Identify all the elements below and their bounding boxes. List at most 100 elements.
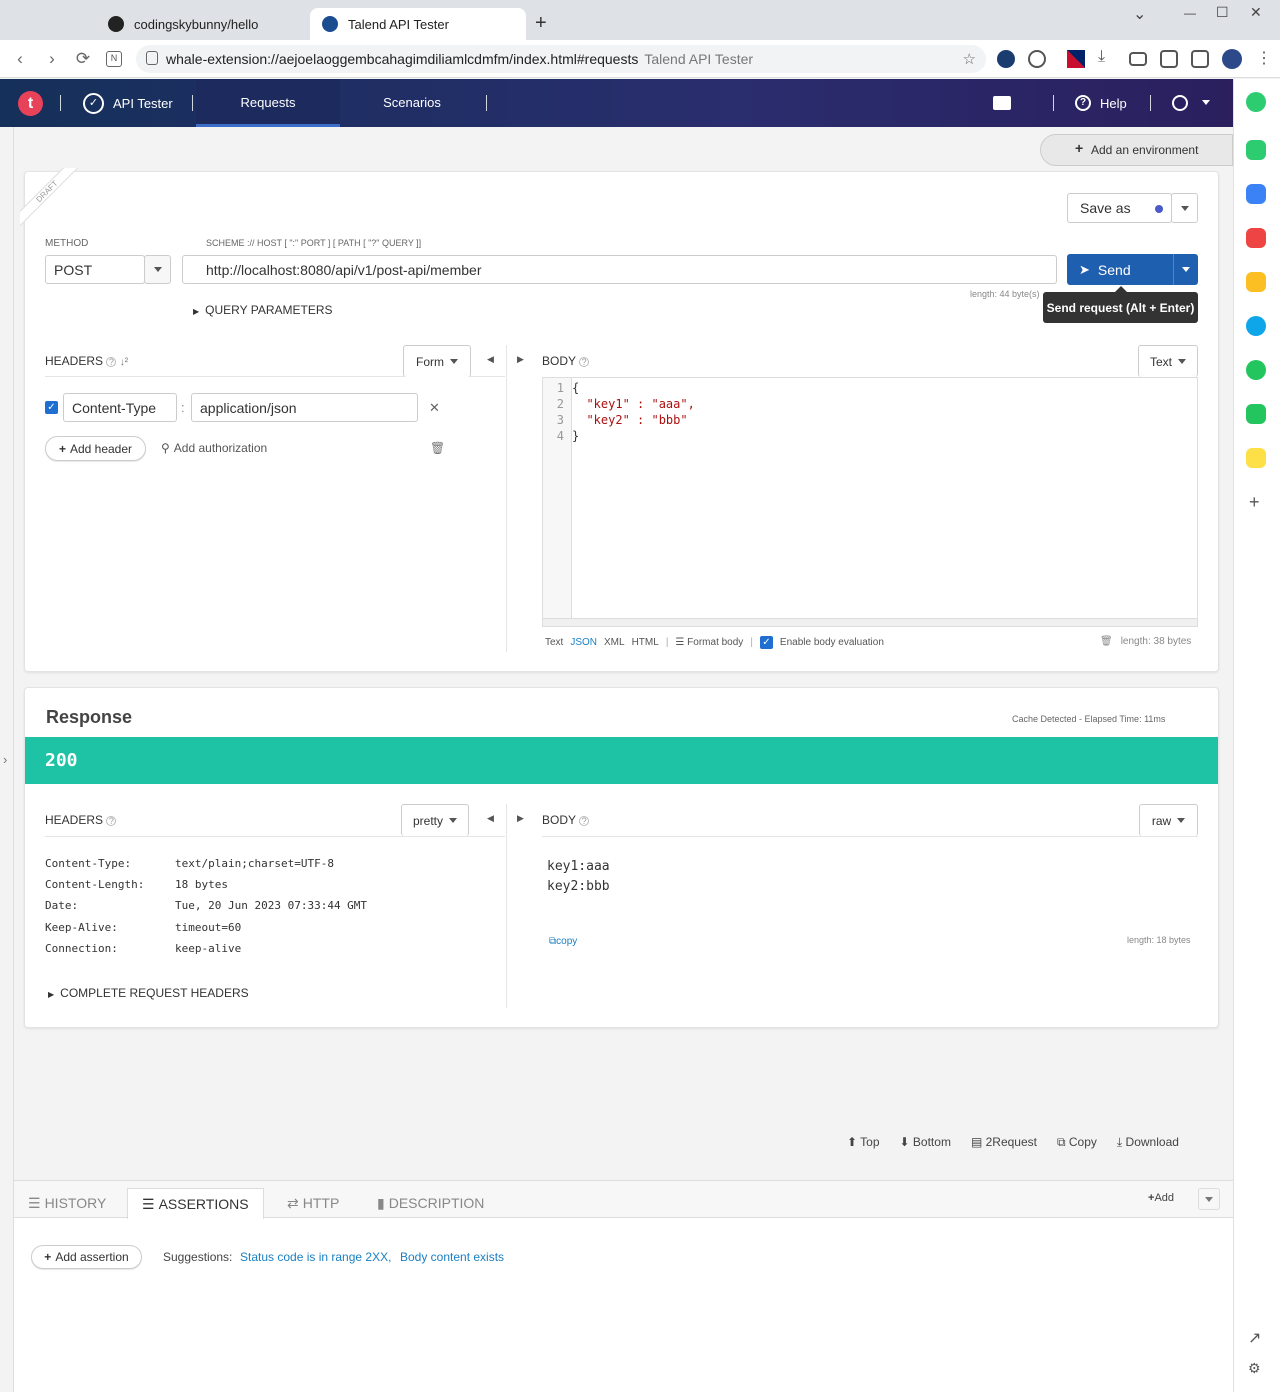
user-icon[interactable] xyxy=(1172,95,1188,111)
editor-resize-handle[interactable] xyxy=(543,618,1197,626)
suggestion-status-code[interactable]: Status code is in range 2XX, xyxy=(240,1250,391,1264)
tab-history[interactable]: ☰ HISTORY xyxy=(14,1188,120,1218)
sidebar-settings-icon[interactable]: ⚙ xyxy=(1248,1360,1261,1377)
sidebar-app-icon[interactable] xyxy=(1246,92,1266,112)
enable-eval-checkbox[interactable]: ✓ xyxy=(759,636,773,649)
collapse-right-icon[interactable]: ▶ xyxy=(517,354,524,365)
sort-icon[interactable]: ↓² xyxy=(120,357,128,368)
naver-icon[interactable]: N xyxy=(106,51,122,67)
trash-icon[interactable]: 🗑 xyxy=(430,441,445,455)
profile-avatar[interactable] xyxy=(1222,49,1242,69)
site-info-icon[interactable] xyxy=(146,51,158,65)
tab-search-icon[interactable]: ⌄ xyxy=(1133,4,1146,24)
header-value-input[interactable]: application/json xyxy=(191,393,418,422)
help-icon[interactable]: ? xyxy=(106,816,117,826)
header-enabled-checkbox[interactable]: ✓ xyxy=(45,401,58,414)
sidebar-edge-icon[interactable] xyxy=(1246,316,1266,336)
sidebar-webtoon-icon[interactable] xyxy=(1246,404,1266,424)
help-link[interactable]: Help xyxy=(1100,96,1127,111)
add-panel-button[interactable]: +Add xyxy=(1148,1192,1174,1204)
user-menu-chevron-icon[interactable] xyxy=(1202,100,1210,105)
query-parameters-toggle[interactable]: ▶ QUERY PARAMETERS xyxy=(193,303,333,317)
help-icon[interactable]: ? xyxy=(106,357,117,367)
minimize-button[interactable]: — xyxy=(1184,6,1196,20)
save-as-button[interactable]: Save as xyxy=(1067,193,1172,223)
forward-icon[interactable]: › xyxy=(42,49,62,69)
sidebar-briefcase-icon[interactable] xyxy=(1246,184,1266,204)
response-headers-mode-select[interactable]: pretty xyxy=(401,804,469,836)
tab-description[interactable]: ▮ DESCRIPTION xyxy=(363,1188,498,1218)
method-select[interactable]: POST xyxy=(45,255,145,284)
sidebar-notes-icon[interactable] xyxy=(1246,448,1266,468)
sidebar-open-external-icon[interactable]: ↗ xyxy=(1248,1328,1261,1348)
split-divider[interactable] xyxy=(506,804,507,1008)
format-html[interactable]: HTML xyxy=(632,637,659,648)
collapse-panel-button[interactable] xyxy=(1198,1188,1220,1210)
tab-http[interactable]: ⇄ HTTP xyxy=(273,1188,353,1218)
format-body-button[interactable]: ☰ Format body xyxy=(675,637,743,648)
trash-icon[interactable]: 🗑 xyxy=(1100,636,1113,647)
add-authorization-link[interactable]: ⚲ Add authorization xyxy=(161,441,267,455)
capture-icon[interactable] xyxy=(1160,50,1178,68)
split-divider[interactable] xyxy=(506,345,507,652)
collapse-left-icon[interactable]: ◀ xyxy=(487,813,494,824)
add-header-button[interactable]: + Add header xyxy=(45,436,146,461)
help-icon[interactable]: ? xyxy=(579,816,590,826)
format-xml[interactable]: XML xyxy=(604,637,625,648)
browser-tab-github[interactable]: codingskybunny/hello xyxy=(96,8,308,40)
sidebar-star-icon[interactable] xyxy=(1246,272,1266,292)
method-label: METHOD xyxy=(45,238,89,249)
scroll-top-button[interactable]: ⬆ Top xyxy=(847,1135,880,1150)
copy-button[interactable]: ⧉ Copy xyxy=(1057,1135,1097,1150)
download-button[interactable]: ⤓ Download xyxy=(1117,1135,1179,1150)
sidebar-bell-icon[interactable] xyxy=(1246,140,1266,160)
screen-capture-icon[interactable] xyxy=(1129,52,1147,66)
maximize-button[interactable]: ☐ xyxy=(1216,4,1229,21)
sidebar-play-icon[interactable] xyxy=(1246,360,1266,380)
tab-requests[interactable]: Requests xyxy=(196,79,340,127)
save-options-toggle[interactable] xyxy=(1171,193,1198,223)
collapse-left-icon[interactable]: ◀ xyxy=(487,354,494,365)
complete-request-headers-toggle[interactable]: ▶ COMPLETE REQUEST HEADERS xyxy=(48,986,249,1000)
header-key-input[interactable]: Content-Type xyxy=(63,393,177,422)
add-environment-button[interactable]: + Add an environment xyxy=(1040,134,1233,166)
body-mode-select[interactable]: Text xyxy=(1138,345,1198,377)
to-request-button[interactable]: ▤ 2Request xyxy=(971,1135,1037,1150)
sidebar-pocket-icon[interactable] xyxy=(1246,228,1266,248)
close-window-button[interactable]: ✕ xyxy=(1250,4,1262,21)
new-tab-button[interactable]: + xyxy=(535,12,547,35)
format-json[interactable]: JSON xyxy=(570,637,597,648)
expand-left-icon[interactable]: › xyxy=(3,752,7,767)
extensions-icon[interactable] xyxy=(1028,50,1046,68)
sidebar-toggle-icon[interactable] xyxy=(1191,50,1209,68)
download-icon[interactable]: ⤓ xyxy=(1098,48,1105,66)
copy-response-link[interactable]: ⧉copy xyxy=(549,936,577,947)
tab-assertions[interactable]: ☰ ASSERTIONS xyxy=(127,1188,264,1219)
headers-mode-select[interactable]: Form xyxy=(403,345,471,377)
send-button[interactable]: ➤ Send xyxy=(1067,254,1173,285)
format-text[interactable]: Text xyxy=(545,637,563,648)
add-assertion-button[interactable]: + Add assertion xyxy=(31,1245,142,1269)
reload-icon[interactable]: ⟳ xyxy=(73,49,93,69)
browser-tab-talend[interactable]: Talend API Tester xyxy=(310,8,526,40)
chat-icon[interactable] xyxy=(993,96,1011,110)
bookmark-star-icon[interactable]: ☆ xyxy=(963,50,976,68)
method-dropdown-toggle[interactable] xyxy=(144,255,171,284)
talend-logo[interactable]: t xyxy=(18,91,43,116)
scroll-bottom-button[interactable]: ⬇ Bottom xyxy=(900,1135,951,1150)
sidebar-add-icon[interactable]: + xyxy=(1249,492,1260,513)
help-icon[interactable]: ? xyxy=(579,357,590,367)
menu-kebab-icon[interactable]: ⋮ xyxy=(1256,48,1272,68)
remove-header-icon[interactable]: ✕ xyxy=(429,400,440,416)
response-body-mode-select[interactable]: raw xyxy=(1139,804,1198,836)
send-options-toggle[interactable] xyxy=(1173,254,1198,285)
back-icon[interactable]: ‹ xyxy=(10,49,30,69)
product-name[interactable]: API Tester xyxy=(113,96,173,111)
suggestion-body-exists[interactable]: Body content exists xyxy=(400,1250,504,1264)
tab-scenarios[interactable]: Scenarios xyxy=(340,79,484,127)
address-bar[interactable]: whale-extension://aejoelaoggembcahagimdi… xyxy=(136,45,986,73)
collapse-right-icon[interactable]: ▶ xyxy=(517,813,524,824)
request-url-input[interactable]: http://localhost:8080/api/v1/post-api/me… xyxy=(182,255,1057,284)
translate-flag-icon[interactable] xyxy=(1067,50,1085,68)
talend-extension-icon[interactable] xyxy=(997,50,1015,68)
